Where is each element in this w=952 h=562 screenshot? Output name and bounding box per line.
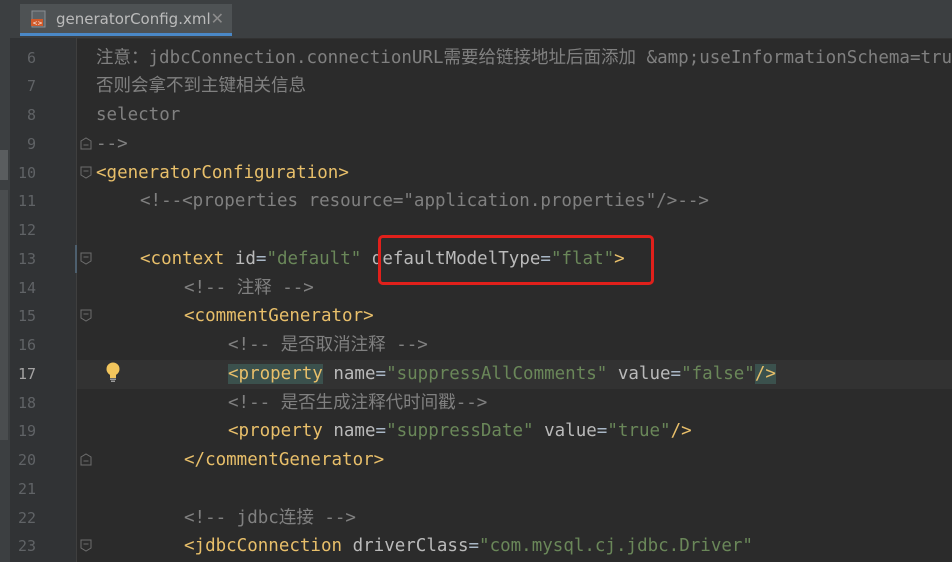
fold-marker-icon[interactable] xyxy=(80,137,92,150)
equals: = xyxy=(375,364,387,384)
equals: = xyxy=(468,536,480,556)
equals: = xyxy=(596,421,608,441)
line-number: 13 xyxy=(17,250,36,268)
fold-marker-icon[interactable] xyxy=(80,252,92,265)
comment-text: --> xyxy=(313,508,356,528)
code-line-6: 注意：jdbcConnection.connectionURL需要给链接地址后面… xyxy=(96,44,952,73)
code-line-9: --> xyxy=(96,130,128,159)
line-number: 12 xyxy=(17,221,36,239)
svg-text:<>: <> xyxy=(33,20,43,27)
code-line-10: <generatorConfiguration> xyxy=(96,159,349,188)
xml-value: "false" xyxy=(681,364,755,384)
code-line-14: <!-- 注释 --> xyxy=(184,274,314,303)
xml-tag: <property xyxy=(228,421,323,441)
line-number: 11 xyxy=(17,192,36,210)
tool-strip-scroll[interactable] xyxy=(0,190,8,440)
fold-marker-icon[interactable] xyxy=(80,539,92,552)
code-line-18: <!-- 是否生成注释代时间戳--> xyxy=(228,389,487,418)
xml-tag: <jdbcConnection xyxy=(184,536,343,556)
xml-value: "default" xyxy=(266,249,362,269)
line-number: 15 xyxy=(17,307,36,325)
tool-strip-marker[interactable] xyxy=(0,150,8,180)
line-number-current: 17 xyxy=(17,365,36,383)
scope-indicator xyxy=(75,245,77,273)
tab-generator-config[interactable]: <> generatorConfig.xml ✕ xyxy=(20,4,232,36)
line-number: 10 xyxy=(17,164,36,182)
comment-text: --> xyxy=(385,335,428,355)
comment-text: --> xyxy=(96,134,128,154)
code-line-22: <!-- jdbc连接 --> xyxy=(184,504,356,533)
comment-text: 是否生成注释代时间戳 xyxy=(280,393,456,413)
comment-text: 注意： xyxy=(96,48,149,68)
tab-label: generatorConfig.xml xyxy=(56,9,211,28)
xml-attr: name xyxy=(322,421,376,441)
xml-tag: <context xyxy=(140,249,225,269)
line-number: 18 xyxy=(17,394,36,412)
code-line-15: <commentGenerator> xyxy=(184,302,374,331)
comment-text: <!--<properties resource="application.pr… xyxy=(140,191,709,211)
xml-tag: <property xyxy=(228,364,323,384)
xml-tag-close: /> xyxy=(670,421,692,441)
comment-text: <!-- xyxy=(228,393,281,413)
equals: = xyxy=(375,421,387,441)
comment-text: &amp;useInformationSchema=true xyxy=(636,48,952,68)
line-number: 6 xyxy=(26,49,36,67)
comment-text: <!-- xyxy=(184,278,237,298)
xml-value: "suppressAllComments" xyxy=(386,364,608,384)
gutter-divider xyxy=(76,38,77,562)
code-line-17: <property name="suppressAllComments" val… xyxy=(228,360,776,389)
code-line-11: <!--<properties resource="application.pr… xyxy=(140,187,709,216)
annotation-highlight-box xyxy=(378,235,654,285)
code-line-16: <!-- 是否取消注释 --> xyxy=(228,331,428,360)
xml-attr: id xyxy=(224,249,256,269)
code-line-8: selector xyxy=(96,101,180,130)
comment-text: jdbcConnection.connectionURL xyxy=(148,48,444,68)
fold-marker-icon[interactable] xyxy=(80,309,92,322)
comment-text: <!-- jdbc xyxy=(184,508,279,528)
xml-value: "com.mysql.cj.jdbc.Driver" xyxy=(479,536,753,556)
close-icon[interactable]: ✕ xyxy=(211,9,224,28)
code-line-23: <jdbcConnection driverClass="com.mysql.c… xyxy=(184,532,753,561)
equals: = xyxy=(670,364,682,384)
comment-text: 注释 xyxy=(236,278,272,298)
code-line-20: </commentGenerator> xyxy=(184,446,384,475)
xml-tag-close: /> xyxy=(754,364,776,384)
fold-marker-icon[interactable] xyxy=(80,453,92,466)
editor-tab-bar: <> generatorConfig.xml ✕ xyxy=(10,0,952,39)
line-number: 9 xyxy=(26,135,36,153)
lightbulb-icon[interactable] xyxy=(104,361,122,383)
line-number: 22 xyxy=(17,509,36,527)
line-number: 19 xyxy=(17,422,36,440)
xml-tag: <generatorConfiguration> xyxy=(96,163,349,183)
xml-attr: name xyxy=(322,364,376,384)
comment-text: <!-- xyxy=(228,335,281,355)
comment-text: 连接 xyxy=(278,508,314,528)
comment-text: --> xyxy=(455,393,488,413)
equals: = xyxy=(255,249,267,269)
xml-value: "suppressDate" xyxy=(386,421,534,441)
comment-text: --> xyxy=(271,278,314,298)
line-number: 23 xyxy=(17,537,36,555)
line-number: 21 xyxy=(17,480,36,498)
line-number: 8 xyxy=(26,106,36,124)
code-line-7: 否则会拿不到主键相关信息 xyxy=(96,72,306,101)
comment-text: selector xyxy=(96,105,181,125)
xml-attr: value xyxy=(607,364,671,384)
fold-marker-icon[interactable] xyxy=(80,166,92,179)
xml-tag: </commentGenerator> xyxy=(184,450,385,470)
line-number: 16 xyxy=(17,336,36,354)
xml-file-icon: <> xyxy=(30,10,48,28)
left-tool-strip xyxy=(0,0,10,562)
comment-text: 是否取消注释 xyxy=(280,335,386,355)
xml-tag: <commentGenerator> xyxy=(184,306,374,326)
xml-value: "true" xyxy=(607,421,671,441)
line-number: 20 xyxy=(17,451,36,469)
xml-attr: value xyxy=(533,421,597,441)
code-line-19: <property name="suppressDate" value="tru… xyxy=(228,417,692,446)
comment-text: 需要给链接地址后面添加 xyxy=(443,48,637,68)
line-number: 7 xyxy=(26,77,36,95)
comment-text: 否则会拿不到主键相关信息 xyxy=(96,76,306,96)
xml-attr: driverClass xyxy=(342,536,469,556)
line-number: 14 xyxy=(17,279,36,297)
